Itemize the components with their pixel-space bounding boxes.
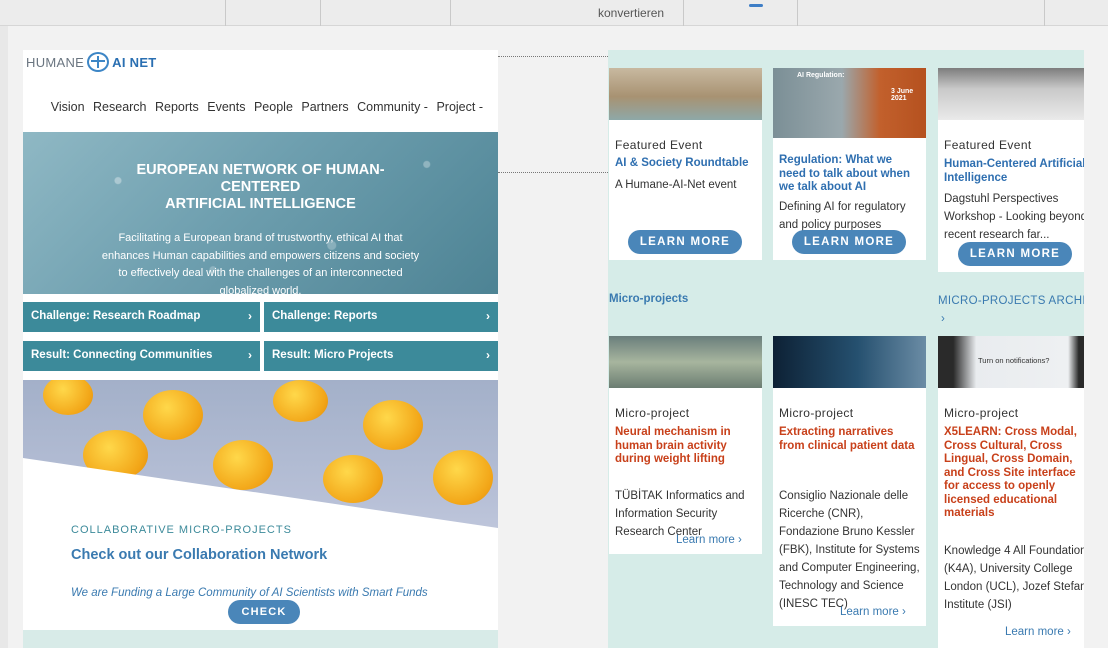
emoji-face	[143, 390, 203, 440]
toolbar-divider	[1044, 0, 1045, 26]
emoji-face	[43, 380, 93, 415]
trevi-fountain-image	[609, 68, 762, 120]
site-logo[interactable]: HUMANE AI NET	[26, 52, 157, 72]
micro-project-card: Micro-project Neural mechanism in human …	[609, 336, 762, 554]
nav-reports[interactable]: Reports	[155, 100, 199, 114]
toolbar-divider	[225, 0, 226, 26]
nav-partners[interactable]: Partners	[301, 100, 348, 114]
brain-scans-image	[773, 336, 926, 388]
toolbar-indicator	[749, 4, 763, 7]
browser-toolbar: konvertieren	[0, 0, 1108, 26]
homepage-panel: HUMANE AI NET Vision Research Reports Ev…	[23, 50, 498, 648]
learn-more-link[interactable]: Learn more ›	[676, 534, 742, 546]
logo-text-humane: HUMANE	[26, 54, 85, 70]
chevron-right-icon: ›	[486, 309, 490, 323]
challenge-research-roadmap-button[interactable]: Challenge: Research Roadmap ›	[23, 302, 260, 332]
event-title[interactable]: Regulation: What we need to talk about w…	[779, 154, 922, 195]
micro-project-description: TÜBİTAK Informatics and Information Secu…	[615, 490, 745, 538]
nav-research[interactable]: Research	[93, 100, 147, 114]
toolbar-divider	[683, 0, 684, 26]
micro-projects-heading: Micro-projects	[609, 293, 689, 305]
nav-people[interactable]: People	[254, 100, 293, 114]
event-card: Featured Event AI & Society Roundtable A…	[609, 68, 762, 260]
check-button[interactable]: CHECK	[228, 600, 300, 624]
nav-events[interactable]: Events	[207, 100, 245, 114]
connector-line	[498, 172, 608, 173]
challenge-label: Challenge: Reports	[272, 310, 378, 322]
library-image	[938, 68, 1084, 120]
micro-project-description: Consiglio Nazionale delle Ricerche (CNR)…	[779, 490, 920, 610]
micro-project-title[interactable]: Neural mechanism in human brain activity…	[615, 426, 758, 467]
nav-vision[interactable]: Vision	[51, 100, 85, 114]
event-kind: Featured Event	[944, 138, 1032, 152]
event-kind: Featured Event	[615, 138, 703, 152]
hero-title-line3: ARTIFICIAL INTELLIGENCE	[165, 196, 356, 212]
vitruvian-logo-icon	[87, 52, 110, 72]
toolbar-divider	[320, 0, 321, 26]
learn-more-button[interactable]: LEARN MORE	[958, 242, 1072, 266]
result-micro-projects-button[interactable]: Result: Micro Projects ›	[264, 341, 498, 371]
learn-more-button[interactable]: LEARN MORE	[628, 230, 742, 254]
chevron-right-icon: ›	[248, 348, 252, 362]
micro-project-kind: Micro-project	[615, 406, 690, 420]
micro-project-card: Turn on notifications? Micro-project X5L…	[938, 336, 1084, 648]
brain-statue-image	[609, 336, 762, 388]
event-description: A Humane-AI-Net event	[615, 179, 737, 191]
hero-title-line2: CENTERED	[220, 179, 301, 195]
learn-more-link[interactable]: Learn more ›	[1005, 626, 1071, 638]
event-title[interactable]: Human-Centered Artificial Intelligence	[944, 158, 1084, 185]
panel-footer-strip	[23, 630, 498, 648]
toolbar-divider	[797, 0, 798, 26]
event-card: AI Regulation: 3 June 2021 Regulation: W…	[773, 68, 926, 260]
micro-project-kind: Micro-project	[779, 406, 854, 420]
ai-regulation-image: AI Regulation: 3 June 2021	[773, 68, 926, 138]
result-connecting-communities-button[interactable]: Result: Connecting Communities ›	[23, 341, 260, 371]
toolbar-divider	[450, 0, 451, 26]
nav-community[interactable]: Community -	[357, 100, 428, 114]
emoji-image	[23, 380, 498, 570]
result-label: Result: Connecting Communities	[31, 349, 213, 361]
micro-project-description: Knowledge 4 All Foundation (K4A), Univer…	[944, 545, 1084, 611]
learn-more-button[interactable]: LEARN MORE	[792, 230, 906, 254]
image-caption: AI Regulation:	[797, 72, 845, 79]
hero-title-line1: EUROPEAN NETWORK OF HUMAN-	[136, 162, 385, 178]
emoji-face	[273, 380, 328, 422]
micro-project-kind: Micro-project	[944, 406, 1019, 420]
collab-section-label: COLLABORATIVE MICRO-PROJECTS	[71, 524, 292, 536]
chevron-right-icon[interactable]: ›	[941, 313, 945, 325]
nav-project[interactable]: Project -	[436, 100, 483, 114]
phone-notification-image: Turn on notifications?	[938, 336, 1084, 388]
content-panel: Featured Event AI & Society Roundtable A…	[608, 50, 1084, 648]
emoji-face	[323, 455, 383, 503]
image-caption: Turn on notifications?	[978, 356, 1050, 365]
collab-section-subtitle: We are Funding a Large Community of AI S…	[71, 587, 428, 599]
hero-text: Facilitating a European brand of trustwo…	[101, 232, 420, 294]
learn-more-link[interactable]: Learn more ›	[840, 606, 906, 618]
chevron-right-icon: ›	[248, 309, 252, 323]
micro-project-title[interactable]: Extracting narratives from clinical pati…	[779, 426, 922, 453]
micro-projects-archive-link[interactable]: MICRO-PROJECTS ARCHIVE	[938, 295, 1084, 307]
result-label: Result: Micro Projects	[272, 349, 394, 361]
image-caption: 3 June 2021	[891, 88, 914, 102]
hero-banner: EUROPEAN NETWORK OF HUMAN- CENTERED ARTI…	[23, 132, 498, 294]
emoji-face	[213, 440, 273, 490]
connector-line	[498, 56, 608, 57]
challenge-label: Challenge: Research Roadmap	[31, 310, 201, 322]
hero-title: EUROPEAN NETWORK OF HUMAN- CENTERED ARTI…	[23, 162, 498, 213]
event-description: Defining AI for regulatory and policy pu…	[779, 201, 906, 231]
chevron-right-icon: ›	[486, 348, 490, 362]
challenge-reports-button[interactable]: Challenge: Reports ›	[264, 302, 498, 332]
logo-text-ainet: AI NET	[112, 54, 157, 70]
event-title[interactable]: AI & Society Roundtable	[615, 157, 758, 171]
emoji-face	[363, 400, 423, 450]
convert-button[interactable]: konvertieren	[598, 6, 664, 20]
emoji-face	[433, 450, 493, 505]
event-description: Dagstuhl Perspectives Workshop - Looking…	[944, 193, 1084, 241]
event-card: Featured Event Human-Centered Artificial…	[938, 68, 1084, 272]
collab-section-title[interactable]: Check out our Collaboration Network	[71, 547, 327, 563]
micro-project-title[interactable]: X5LEARN: Cross Modal, Cross Cultural, Cr…	[944, 426, 1084, 521]
main-nav: Vision Research Reports Events People Pa…	[23, 100, 498, 114]
micro-project-card: Micro-project Extracting narratives from…	[773, 336, 926, 626]
